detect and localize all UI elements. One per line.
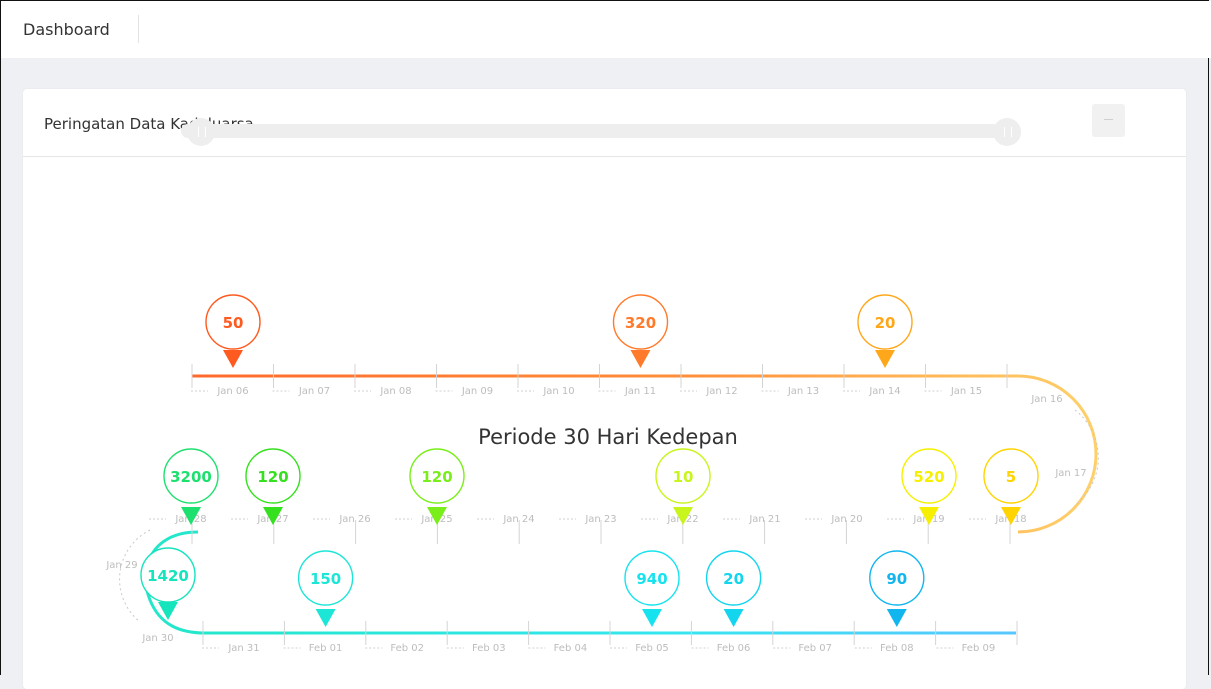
marker-value: 150	[310, 570, 341, 588]
marker-value: 3200	[170, 468, 212, 486]
timeline-marker[interactable]: 320	[612, 294, 669, 368]
timeline-date-label: Jan 12	[705, 386, 737, 397]
marker-value: 90	[886, 570, 907, 588]
timeline-track-row1	[192, 374, 1098, 534]
marker-value: 20	[875, 314, 896, 332]
timeline-date-label: Jan 07	[298, 386, 330, 397]
marker-pointer	[630, 350, 651, 368]
timeline-date-label: Jan 14	[868, 386, 900, 397]
timeline-date-label: Feb 04	[554, 643, 588, 654]
timeline-date-label: Feb 03	[472, 643, 506, 654]
timeline-marker[interactable]: 940	[624, 550, 680, 627]
timeline-date-label: Feb 01	[309, 643, 343, 654]
marker-pointer	[875, 350, 895, 368]
timeline-marker[interactable]: 5	[983, 448, 1039, 525]
timeline-date-label: Jan 08	[379, 386, 411, 397]
timeline-date-label: Jan 16	[1030, 394, 1062, 405]
timeline-marker[interactable]: 120	[409, 448, 465, 525]
marker-value: 320	[625, 314, 656, 332]
timeline-date-label: Jan 11	[624, 386, 656, 397]
timeline-marker[interactable]: 520	[901, 448, 957, 525]
timeline-marker[interactable]: 1420	[140, 547, 196, 620]
timeline-date-label: Feb 07	[798, 643, 832, 654]
timeline-date-label: Jan 31	[227, 643, 259, 654]
timeline-date-label: Jan 13	[787, 386, 819, 397]
timeline-date-label: Jan 06	[216, 386, 248, 397]
timeline-marker[interactable]: 150	[297, 550, 354, 627]
timeline-chart: Jan 06 Jan 07 Jan 08 Jan 09 Jan 10 Jan 11 Jan …	[105, 294, 1099, 654]
marker-value: 120	[421, 468, 452, 486]
timeline-date-label: Feb 05	[635, 643, 669, 654]
timeline-date-label: Jan 30	[141, 633, 173, 644]
timeline-date-label: Jan 15	[950, 386, 982, 397]
timeline-marker[interactable]: 20	[857, 294, 913, 368]
timeline-date-label: Jan 17	[1054, 468, 1086, 479]
timeline-date-label: Jan 20	[830, 514, 862, 525]
marker-value: 1420	[147, 567, 189, 585]
marker-pointer	[315, 609, 336, 627]
timeline-marker[interactable]: 10	[655, 448, 711, 525]
timeline-date-label: Jan 10	[542, 386, 574, 397]
marker-value: 940	[636, 570, 667, 588]
timeline-marker[interactable]: 20	[705, 550, 762, 627]
timeline-date-label: Jan 23	[584, 514, 616, 525]
marker-value: 120	[257, 468, 288, 486]
marker-value: 10	[673, 468, 694, 486]
timeline-marker[interactable]: 90	[869, 550, 925, 627]
timeline-marker[interactable]: 3200	[163, 448, 219, 525]
timeline-date-label: Jan 26	[338, 514, 370, 525]
timeline-date-label: Feb 09	[962, 643, 996, 654]
marker-value: 20	[723, 570, 744, 588]
chart-title: Periode 30 Hari Kedepan	[478, 425, 738, 449]
timeline-date-label: Jan 24	[502, 514, 534, 525]
marker-value: 50	[223, 314, 244, 332]
marker-pointer	[723, 609, 744, 627]
marker-pointer	[886, 609, 907, 627]
marker-value: 520	[913, 468, 944, 486]
timeline-marker[interactable]: 50	[205, 294, 261, 368]
timeline-date-label: Jan 21	[748, 514, 780, 525]
timeline-date-label: Jan 09	[461, 386, 493, 397]
timeline-date-label: Feb 06	[717, 643, 751, 654]
timeline-date-label: Feb 08	[880, 643, 914, 654]
timeline-date-label: Feb 02	[390, 643, 424, 654]
marker-pointer	[223, 350, 243, 368]
timeline-marker[interactable]: 120	[245, 448, 301, 525]
marker-value: 5	[1006, 468, 1016, 486]
marker-pointer	[642, 609, 662, 627]
